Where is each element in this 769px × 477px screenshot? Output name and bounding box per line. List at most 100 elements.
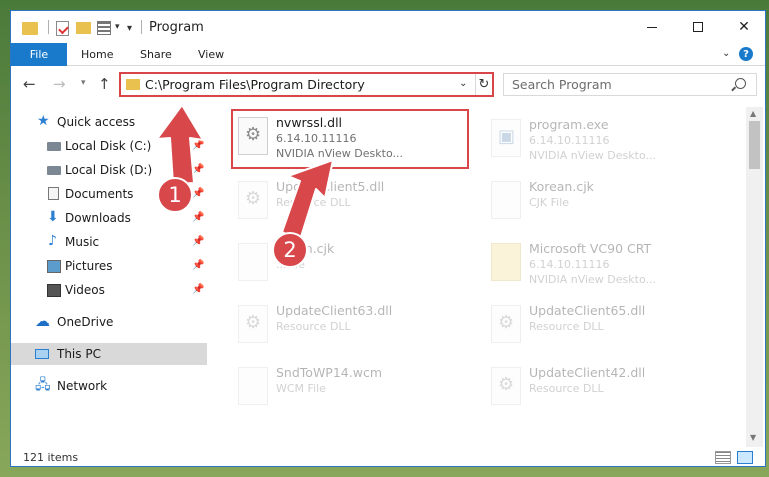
pin-icon[interactable]: 📌	[192, 188, 204, 199]
dll-file-icon	[491, 367, 521, 405]
tab-file[interactable]: File	[11, 43, 67, 66]
cloud-icon: ☁	[35, 312, 50, 330]
scroll-up-icon[interactable]: ▲	[750, 109, 756, 118]
file-item-nvwrssl[interactable]: nvwrssl.dll 6.14.10.11116 NVIDIA nView D…	[231, 109, 469, 169]
sidebar-item-label: Local Disk (D:)	[65, 163, 153, 177]
help-icon[interactable]: ?	[739, 47, 753, 61]
sidebar-item-music[interactable]: ♪ Music 📌	[11, 231, 207, 253]
navigation-bar: ← → ▾ ↑ C:\Program Files\Program Directo…	[11, 67, 765, 103]
file-name: nvwrssl.dll	[276, 115, 343, 130]
file-item-program-exe[interactable]: program.exe 6.14.10.11116 NVIDIA nView D…	[486, 113, 726, 171]
download-icon: ⬇	[47, 209, 59, 225]
file-item-microsoft-vc90-crt[interactable]: Microsoft VC90 CRT 6.14.10.11116 NVIDIA …	[486, 237, 726, 295]
drive-icon	[47, 166, 61, 175]
pin-icon[interactable]: 📌	[192, 164, 204, 175]
file-icon	[491, 181, 521, 219]
exe-file-icon	[491, 119, 521, 157]
explorer-window: ▾ ▾ Program ✕ File Home Share View ⌄ ? ←…	[10, 10, 766, 467]
pin-icon[interactable]: 📌	[192, 212, 204, 223]
file-item-korean-cjk[interactable]: Korean.cjk CJK File	[486, 175, 726, 233]
pin-icon[interactable]: 📌	[192, 260, 204, 271]
pin-icon[interactable]: 📌	[192, 284, 204, 295]
back-button[interactable]: ←	[23, 75, 36, 93]
chevron-down-icon[interactable]: ▾	[115, 22, 120, 32]
title-bar: ▾ ▾ Program ✕	[11, 11, 765, 43]
drive-icon	[47, 142, 61, 151]
recent-locations-button[interactable]: ▾	[81, 78, 86, 88]
vertical-scrollbar[interactable]: ▲ ▼	[746, 107, 763, 447]
step-2-badge: 2	[272, 232, 308, 268]
address-bar[interactable]: C:\Program Files\Program Directory ⌄ ↻	[119, 72, 494, 97]
sidebar-item-videos[interactable]: Videos 📌	[11, 279, 207, 301]
file-type: Resource DLL	[276, 196, 351, 209]
sidebar-item-pictures[interactable]: Pictures 📌	[11, 255, 207, 277]
view-options-icon[interactable]	[97, 21, 111, 35]
close-button[interactable]: ✕	[721, 11, 765, 43]
ribbon-tabs: File Home Share View ⌄ ?	[11, 43, 765, 66]
file-version: 6.14.10.11116	[529, 258, 610, 271]
scroll-down-icon[interactable]: ▼	[750, 433, 756, 442]
file-type: Resource DLL	[529, 320, 604, 333]
file-list: nvwrssl.dll 6.14.10.11116 NVIDIA nView D…	[216, 107, 744, 447]
item-count: 121 items	[23, 451, 79, 464]
sidebar-item-label: Documents	[65, 187, 134, 201]
file-name: UpdateClient42.dll	[529, 365, 646, 380]
file-item-sndtowp14[interactable]: SndToWP14.wcm WCM File	[233, 361, 473, 419]
file-item-updateclient42[interactable]: UpdateClient42.dll Resource DLL	[486, 361, 726, 419]
file-description: NVIDIA nView Deskto...	[276, 147, 403, 160]
chevron-down-icon[interactable]: ⌄	[459, 78, 467, 89]
file-name: UpdateClient5.dll	[276, 179, 385, 194]
scrollbar-thumb[interactable]	[749, 121, 760, 169]
folder-icon	[126, 79, 140, 90]
sidebar-item-onedrive[interactable]: ☁ OneDrive	[11, 311, 207, 333]
file-name: SndToWP14.wcm	[276, 365, 382, 380]
address-path[interactable]: C:\Program Files\Program Directory	[145, 77, 365, 92]
maximize-icon	[693, 22, 703, 32]
file-name: Microsoft VC90 CRT	[529, 241, 652, 256]
details-view-icon[interactable]	[715, 451, 731, 464]
new-folder-icon[interactable]	[76, 22, 91, 34]
file-name: UpdateClient63.dll	[276, 303, 393, 318]
search-icon[interactable]	[735, 78, 746, 89]
sidebar-item-network[interactable]: 🖧 Network	[11, 375, 207, 397]
sidebar-item-label: Local Disk (C:)	[65, 139, 152, 153]
sidebar-item-label: Network	[57, 379, 108, 393]
tab-view[interactable]: View	[198, 43, 224, 66]
tab-home[interactable]: Home	[81, 43, 113, 66]
pin-icon[interactable]: 📌	[192, 236, 204, 247]
computer-icon	[35, 349, 49, 359]
file-name: Korean.cjk	[529, 179, 594, 194]
pictures-icon	[47, 260, 61, 273]
minimize-icon	[647, 26, 657, 28]
window-title: Program	[149, 20, 204, 35]
close-icon: ✕	[738, 19, 750, 35]
customize-toolbar-icon[interactable]: ▾	[127, 23, 132, 34]
pin-icon[interactable]: 📌	[192, 140, 204, 151]
search-placeholder: Search Program	[512, 77, 612, 92]
file-item-updateclient65[interactable]: UpdateClient65.dll Resource DLL	[486, 299, 726, 357]
up-button[interactable]: ↑	[98, 75, 111, 93]
properties-icon[interactable]	[56, 21, 69, 36]
document-icon	[48, 187, 59, 200]
dll-file-icon	[238, 181, 268, 219]
file-item-system-cjk[interactable]: ...tem.cjk ...File	[233, 237, 473, 295]
forward-button[interactable]: →	[53, 75, 66, 93]
sidebar-item-this-pc[interactable]: This PC	[11, 343, 207, 365]
file-description: NVIDIA nView Deskto...	[529, 149, 656, 162]
minimize-button[interactable]	[629, 11, 675, 43]
sidebar-item-label: Downloads	[65, 211, 131, 225]
sidebar-item-label: OneDrive	[57, 315, 114, 329]
file-type: WCM File	[276, 382, 326, 395]
file-name: UpdateClient65.dll	[529, 303, 646, 318]
sidebar-item-quick-access[interactable]: ★ Quick access	[11, 111, 207, 133]
refresh-button[interactable]: ↻	[475, 74, 492, 95]
sidebar-item-local-disk-c[interactable]: Local Disk (C:) 📌	[11, 135, 207, 157]
sidebar-item-label: Pictures	[65, 259, 113, 273]
expand-ribbon-icon[interactable]: ⌄	[722, 48, 730, 59]
maximize-button[interactable]	[675, 11, 721, 43]
search-input[interactable]: Search Program	[503, 73, 757, 96]
file-item-updateclient5[interactable]: UpdateClient5.dll Resource DLL	[233, 175, 473, 233]
file-item-updateclient63[interactable]: UpdateClient63.dll Resource DLL	[233, 299, 473, 357]
tab-share[interactable]: Share	[140, 43, 172, 66]
large-icons-view-icon[interactable]	[737, 451, 753, 464]
